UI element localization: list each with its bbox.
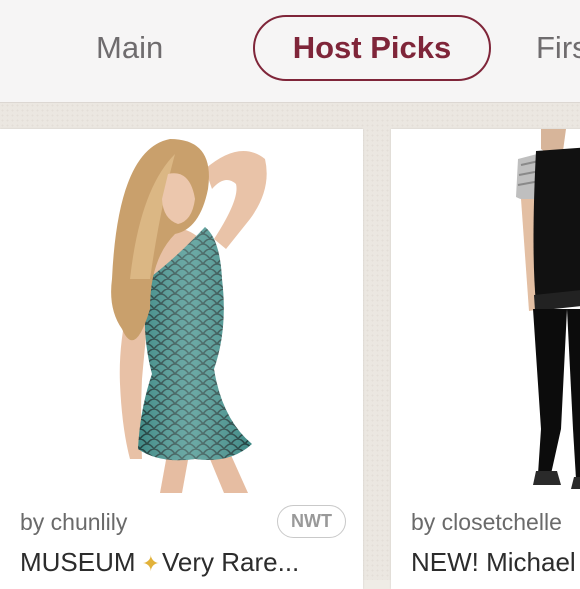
tab-main[interactable]: Main [96, 15, 163, 81]
black-jumpsuit-photo [516, 129, 580, 489]
listing-card[interactable]: by chunlily NWT MUSEUM ✦Very Rare... [0, 129, 363, 589]
dizzy-sparkle-icon: ✦ [141, 551, 160, 576]
title-prefix: MUSEUM [20, 547, 136, 577]
listing-title[interactable]: NEW! Michael [411, 547, 576, 578]
tab-first[interactable]: Firs [536, 15, 580, 81]
tab-bar: Main Host Picks Firs [0, 0, 580, 103]
listing-title[interactable]: MUSEUM ✦Very Rare... [20, 547, 299, 578]
listing-card[interactable]: by closetchelle NEW! Michael [391, 129, 580, 589]
nwt-badge: NWT [277, 505, 346, 538]
tab-host-picks[interactable]: Host Picks [253, 15, 491, 81]
title-suffix: Very Rare... [162, 547, 300, 577]
seller-username[interactable]: by chunlily [20, 509, 127, 536]
listing-feed: by chunlily NWT MUSEUM ✦Very Rare... by … [0, 103, 580, 589]
mermaid-scale-dress-photo [111, 139, 267, 493]
listing-photo[interactable] [391, 129, 580, 493]
seller-username[interactable]: by closetchelle [411, 509, 562, 536]
listing-photo[interactable] [0, 129, 363, 493]
